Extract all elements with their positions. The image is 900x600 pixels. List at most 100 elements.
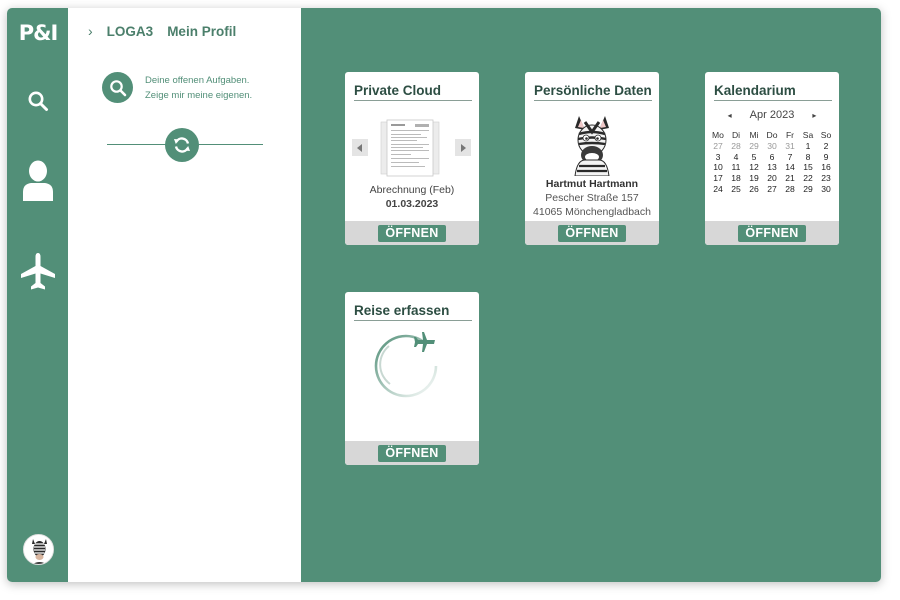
travel-progress-icon — [374, 332, 438, 398]
tile-title: Reise erfassen — [354, 303, 472, 321]
calendar-week-row: 3456789 — [709, 152, 835, 163]
side-panel: › LOGA3 Mein Profil Deine offenen Aufgab… — [68, 8, 301, 582]
tile-private-cloud: Private Cloud Abrechnung (Feb) 01.03.202… — [345, 72, 479, 245]
calendar-day[interactable]: 29 — [799, 184, 817, 195]
breadcrumb: › LOGA3 Mein Profil — [88, 22, 236, 40]
chevron-right-icon — [461, 143, 466, 152]
calendar-day[interactable]: 19 — [745, 173, 763, 184]
calendar-day[interactable]: 8 — [799, 152, 817, 163]
calendar-month: Apr 2023 — [749, 109, 795, 121]
chevron-left-icon — [357, 143, 362, 152]
calendar-weekday: Fr — [785, 130, 795, 140]
tile-footer: ÖFFNEN — [345, 221, 479, 245]
calendar-day[interactable]: 30 — [817, 184, 835, 195]
calendar-day[interactable]: 3 — [709, 152, 727, 163]
calendar-weekday-row: Mo Di Mi Do Fr Sa So — [709, 130, 835, 141]
calendar-day[interactable]: 28 — [727, 141, 745, 152]
calendar-week-row: 17 18 19 20 21 22 23 — [709, 173, 835, 184]
calendar-day[interactable]: 7 — [781, 152, 799, 163]
tile-travel: Reise erfassen ÖFFNEN — [345, 292, 479, 465]
calendar-day[interactable]: 6 — [763, 152, 781, 163]
calendar-day[interactable]: 16 — [817, 162, 835, 173]
calendar-day[interactable]: 21 — [781, 173, 799, 184]
search-icon — [28, 91, 48, 111]
app-window: P&I › LOGA3 Mein Profil Deine offenen Au… — [7, 8, 881, 582]
calendar-day[interactable]: 23 — [817, 173, 835, 184]
calendar-week-row: 24 25 26 27 28 29 30 — [709, 184, 835, 195]
calendar-header: ◂ Apr 2023 ▸ — [705, 109, 839, 121]
tile-calendar: Kalendarium ◂ Apr 2023 ▸ Mo Di Mi Do Fr Sa So 2… — [705, 72, 839, 245]
calendar-week-row: 27 28 29 30 31 1 2 — [709, 141, 835, 152]
tile-title: Private Cloud — [354, 83, 472, 101]
next-doc-button[interactable] — [455, 139, 471, 156]
calendar-day[interactable]: 5 — [745, 152, 763, 163]
calendar-day[interactable]: 13 — [763, 162, 781, 173]
user-icon — [22, 160, 53, 201]
tile-title: Persönliche Daten — [534, 83, 652, 101]
own-tasks-link[interactable]: Zeige mir meine eigenen. — [145, 88, 252, 103]
breadcrumb-mein-profil[interactable]: Mein Profil — [167, 24, 236, 39]
previous-doc-button[interactable] — [352, 139, 368, 156]
calendar-day[interactable]: 2 — [817, 141, 835, 152]
calendar-day[interactable]: 30 — [763, 141, 781, 152]
chevron-right-icon: › — [88, 23, 93, 39]
refresh-icon — [174, 137, 190, 153]
calendar-day[interactable]: 12 — [745, 162, 763, 173]
calendar-day[interactable]: 22 — [799, 173, 817, 184]
calendar-weekday: Mo — [712, 130, 724, 140]
tasks-search-button[interactable] — [102, 72, 133, 103]
calendar-day[interactable]: 15 — [799, 162, 817, 173]
zebra-mascot-icon — [574, 116, 610, 176]
airplane-icon — [20, 253, 55, 290]
calendar-day[interactable]: 25 — [727, 184, 745, 195]
calendar-day[interactable]: 31 — [781, 141, 799, 152]
tasks-text: Deine offenen Aufgaben. Zeige mir meine … — [145, 73, 252, 103]
rail-search-button[interactable] — [7, 90, 68, 112]
calendar-day[interactable]: 29 — [745, 141, 763, 152]
calendar-weekday: So — [820, 130, 832, 140]
calendar-day[interactable]: 11 — [727, 162, 745, 173]
calendar-day[interactable]: 27 — [709, 141, 727, 152]
user-avatar[interactable] — [23, 534, 54, 565]
open-tasks-link[interactable]: Deine offenen Aufgaben. — [145, 73, 252, 88]
next-month-icon[interactable]: ▸ — [812, 111, 816, 120]
open-private-cloud-button[interactable]: ÖFFNEN — [378, 224, 446, 242]
logo: P&I — [18, 21, 59, 45]
calendar-day[interactable]: 14 — [781, 162, 799, 173]
tile-title: Kalendarium — [714, 83, 832, 101]
calendar-day[interactable]: 17 — [709, 173, 727, 184]
calendar-day[interactable]: 20 — [763, 173, 781, 184]
calendar-day[interactable]: 27 — [763, 184, 781, 195]
calendar-day[interactable]: 1 — [799, 141, 817, 152]
zebra-avatar-icon — [24, 535, 53, 564]
calendar-day[interactable]: 9 — [817, 152, 835, 163]
tile-personal-data: Persönliche Daten Hartmut Hartmann Pesch… — [525, 72, 659, 245]
refresh-button[interactable] — [165, 128, 199, 162]
calendar-weekday: Di — [731, 130, 741, 140]
calendar-day[interactable]: 10 — [709, 162, 727, 173]
calendar-grid: Mo Di Mi Do Fr Sa So 27 28 29 30 31 1 2 3 4 5 6 7 8 9 10 11 12 1… — [709, 130, 835, 195]
rail-travel-button[interactable] — [7, 252, 68, 292]
calendar-day[interactable]: 28 — [781, 184, 799, 195]
tasks-section: Deine offenen Aufgaben. Zeige mir meine … — [102, 72, 252, 103]
tile-footer: ÖFFNEN — [705, 221, 839, 245]
calendar-weekday: Sa — [802, 130, 814, 140]
person-name: Hartmut Hartmann — [545, 178, 639, 190]
tile-footer: ÖFFNEN — [525, 221, 659, 245]
breadcrumb-loga3[interactable]: LOGA3 — [107, 24, 154, 39]
prev-month-icon[interactable]: ◂ — [728, 111, 732, 120]
calendar-day[interactable]: 4 — [727, 152, 745, 163]
calendar-weekday: Do — [766, 130, 778, 140]
calendar-day[interactable]: 26 — [745, 184, 763, 195]
calendar-day[interactable]: 24 — [709, 184, 727, 195]
rail-profile-button[interactable] — [7, 160, 68, 202]
open-personal-data-button[interactable]: ÖFFNEN — [558, 224, 626, 242]
calendar-day[interactable]: 18 — [727, 173, 745, 184]
tile-footer: ÖFFNEN — [345, 441, 479, 465]
document-thumbnail[interactable] — [379, 118, 441, 178]
open-calendar-button[interactable]: ÖFFNEN — [738, 224, 806, 242]
open-travel-button[interactable]: ÖFFNEN — [378, 444, 446, 462]
calendar-week-row: 10 11 12 13 14 15 16 — [709, 162, 835, 173]
dashboard-area: Private Cloud Abrechnung (Feb) 01.03.202… — [301, 8, 881, 582]
icon-rail: P&I — [7, 8, 68, 582]
